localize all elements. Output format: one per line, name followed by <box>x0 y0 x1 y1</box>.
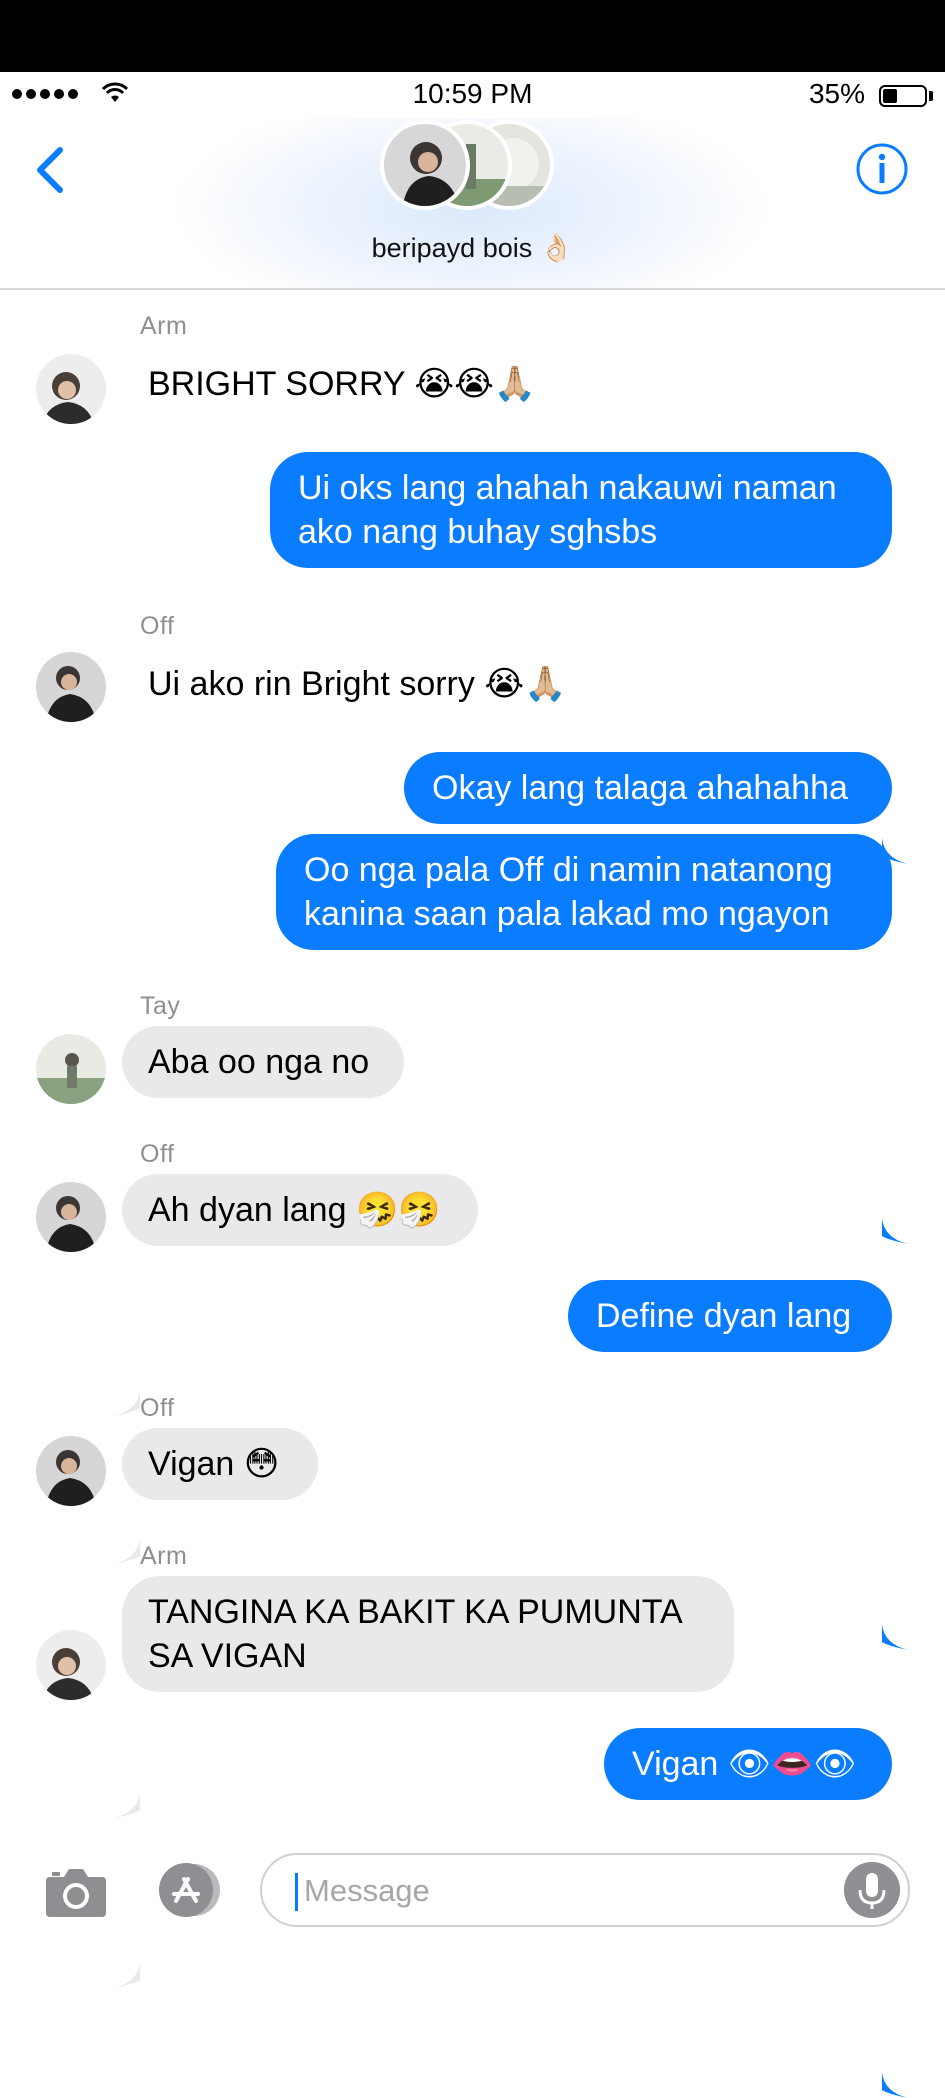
sneezing-face-emoji-icon: 🤧 <box>355 1191 399 1229</box>
message-bubble-incoming[interactable]: Aba oo nga no <box>122 1026 404 1098</box>
status-bar: 10:59 PM 35% <box>0 72 945 118</box>
ok-hand-emoji-icon: 👌🏻 <box>539 233 574 263</box>
bubble-tail <box>882 1624 908 1650</box>
battery-icon <box>879 85 927 107</box>
message-placeholder: Message <box>304 1873 430 1908</box>
avatar[interactable] <box>36 1182 106 1252</box>
info-icon[interactable] <box>855 142 909 196</box>
message-bubble-incoming[interactable]: Ah dyan lang 🤧🤧 <box>122 1174 478 1246</box>
sender-name: Off <box>140 612 175 640</box>
bubble-tail <box>114 1792 140 1818</box>
sender-name: Off <box>140 1140 175 1168</box>
avatar <box>380 120 470 210</box>
conversation-header: beripayd bois 👌🏻 <box>0 118 945 290</box>
bubble-tail <box>882 1218 908 1244</box>
folded-hands-emoji-icon: 🙏🏼 <box>493 365 537 403</box>
message-bubble-incoming[interactable]: Ui ako rin Bright sorry 😭🙏🏼 <box>148 662 566 706</box>
crying-face-emoji-icon: 😭 <box>414 365 455 403</box>
message-bubble-incoming[interactable]: Vigan 😳 <box>122 1428 318 1500</box>
composer-bar: Message <box>0 1843 945 1953</box>
sender-name: Arm <box>140 312 188 340</box>
message-bubble-outgoing[interactable]: Define dyan lang <box>568 1280 892 1352</box>
message-bubble-outgoing[interactable]: Vigan 👁👄👁 <box>604 1728 892 1800</box>
battery-percent: 35% <box>808 78 865 109</box>
message-input[interactable]: Message <box>260 1853 910 1927</box>
sender-name: Arm <box>140 1542 188 1570</box>
flushed-face-emoji-icon: 😳 <box>243 1445 280 1483</box>
message-bubble-outgoing[interactable]: Oo nga pala Off di namin natanong kanina… <box>276 834 892 950</box>
message-bubble-outgoing[interactable]: Okay lang talaga ahahahha <box>404 752 892 824</box>
bubble-tail <box>114 1390 140 1416</box>
sneezing-face-emoji-icon: 🤧 <box>398 1191 441 1229</box>
bubble-tail <box>114 1962 140 1988</box>
crying-face-emoji-icon: 😭 <box>484 665 525 703</box>
message-bubble-incoming[interactable]: BRIGHT SORRY 😭😭🙏🏼 <box>148 362 536 406</box>
avatar[interactable] <box>36 354 106 424</box>
bubble-tail <box>882 2072 908 2098</box>
avatar[interactable] <box>36 1436 106 1506</box>
crying-face-emoji-icon: 😭 <box>454 365 494 403</box>
top-black-bar <box>0 0 945 72</box>
status-time: 10:59 PM <box>412 78 533 109</box>
avatar[interactable] <box>36 652 106 722</box>
avatar[interactable] <box>36 1630 106 1700</box>
microphone-icon[interactable] <box>844 1862 900 1918</box>
avatar[interactable] <box>36 1034 106 1104</box>
eye-emoji-icon: 👁 <box>727 1745 771 1783</box>
sender-name: Tay <box>140 992 181 1020</box>
folded-hands-emoji-icon: 🙏🏼 <box>524 665 567 703</box>
message-bubble-incoming[interactable]: TANGINA KA BAKIT KA PUMUNTA SA VIGAN <box>122 1576 734 1692</box>
mouth-emoji-icon: 👄 <box>770 1745 814 1783</box>
camera-icon[interactable] <box>44 1863 108 1919</box>
group-name[interactable]: beripayd bois 👌🏻 <box>0 232 945 264</box>
sender-name: Off <box>140 1394 175 1422</box>
app-store-icon[interactable] <box>152 1861 226 1919</box>
eye-emoji-icon: 👁 <box>813 1745 857 1783</box>
back-icon[interactable] <box>30 142 70 198</box>
group-avatars[interactable] <box>380 120 570 216</box>
text-caret <box>295 1873 298 1911</box>
bubble-tail <box>114 1538 140 1564</box>
message-bubble-outgoing[interactable]: Ui oks lang ahahah nakauwi naman ako nan… <box>270 452 892 568</box>
